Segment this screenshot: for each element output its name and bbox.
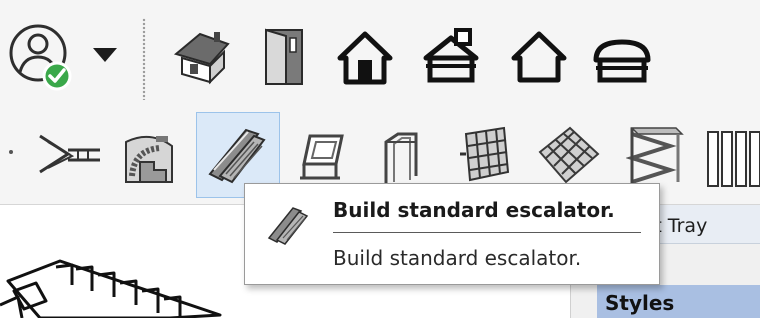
ramp-frame-icon <box>384 132 418 184</box>
house-3d-button[interactable] <box>170 28 232 86</box>
house-solid-button[interactable] <box>336 30 394 86</box>
mesh-panel-icon <box>538 126 600 184</box>
triangle-down-icon <box>93 48 117 62</box>
toolbar-separator <box>142 18 146 100</box>
door-button[interactable] <box>260 26 308 88</box>
user-account-button[interactable] <box>6 20 76 96</box>
railing-grid-button[interactable] <box>456 124 516 186</box>
stair-square-icon <box>300 134 344 180</box>
stair-branch-icon <box>39 134 100 174</box>
mesh-panel-button[interactable] <box>536 124 602 186</box>
escalator-icon <box>208 128 266 184</box>
door-icon <box>265 28 303 85</box>
toolbar-top <box>0 0 760 109</box>
ramp-frame-button[interactable] <box>374 128 428 188</box>
stacked-slabs-button[interactable] <box>625 124 686 188</box>
user-check-icon <box>9 24 72 91</box>
roof-building-icon <box>423 28 479 83</box>
roof-flat-button[interactable] <box>590 30 654 86</box>
tooltip-divider <box>333 232 641 233</box>
account-dropdown-button[interactable] <box>90 44 120 66</box>
escalator-tooltip: Build standard escalator. Build standard… <box>244 183 660 285</box>
house-3d-icon <box>173 32 230 85</box>
tooltip-escalator-icon <box>265 204 311 250</box>
roof-building-button[interactable] <box>420 26 482 86</box>
house-outline-button[interactable] <box>508 28 570 86</box>
stair-spiral-icon <box>125 135 173 183</box>
styles-label: Styles <box>605 291 675 315</box>
stair-spiral-button[interactable] <box>120 128 178 186</box>
panels-button[interactable] <box>704 128 760 188</box>
stair-square-button[interactable] <box>296 130 354 184</box>
stair-branch-button[interactable] <box>38 128 104 182</box>
stacked-slabs-icon <box>625 127 684 184</box>
house-solid-icon <box>337 31 393 85</box>
toolbar-grip[interactable] <box>4 142 18 154</box>
styles-tab[interactable]: Styles <box>597 285 760 318</box>
escalator-icon <box>267 207 309 245</box>
railing-grid-icon <box>460 126 510 182</box>
grip-dots-icon <box>9 150 13 154</box>
roof-flat-icon <box>593 39 651 83</box>
tooltip-title: Build standard escalator. <box>333 198 615 222</box>
house-outline-icon <box>511 31 567 83</box>
panels-icon <box>707 131 760 187</box>
tooltip-description: Build standard escalator. <box>333 246 582 270</box>
escalator-button[interactable] <box>204 124 272 186</box>
